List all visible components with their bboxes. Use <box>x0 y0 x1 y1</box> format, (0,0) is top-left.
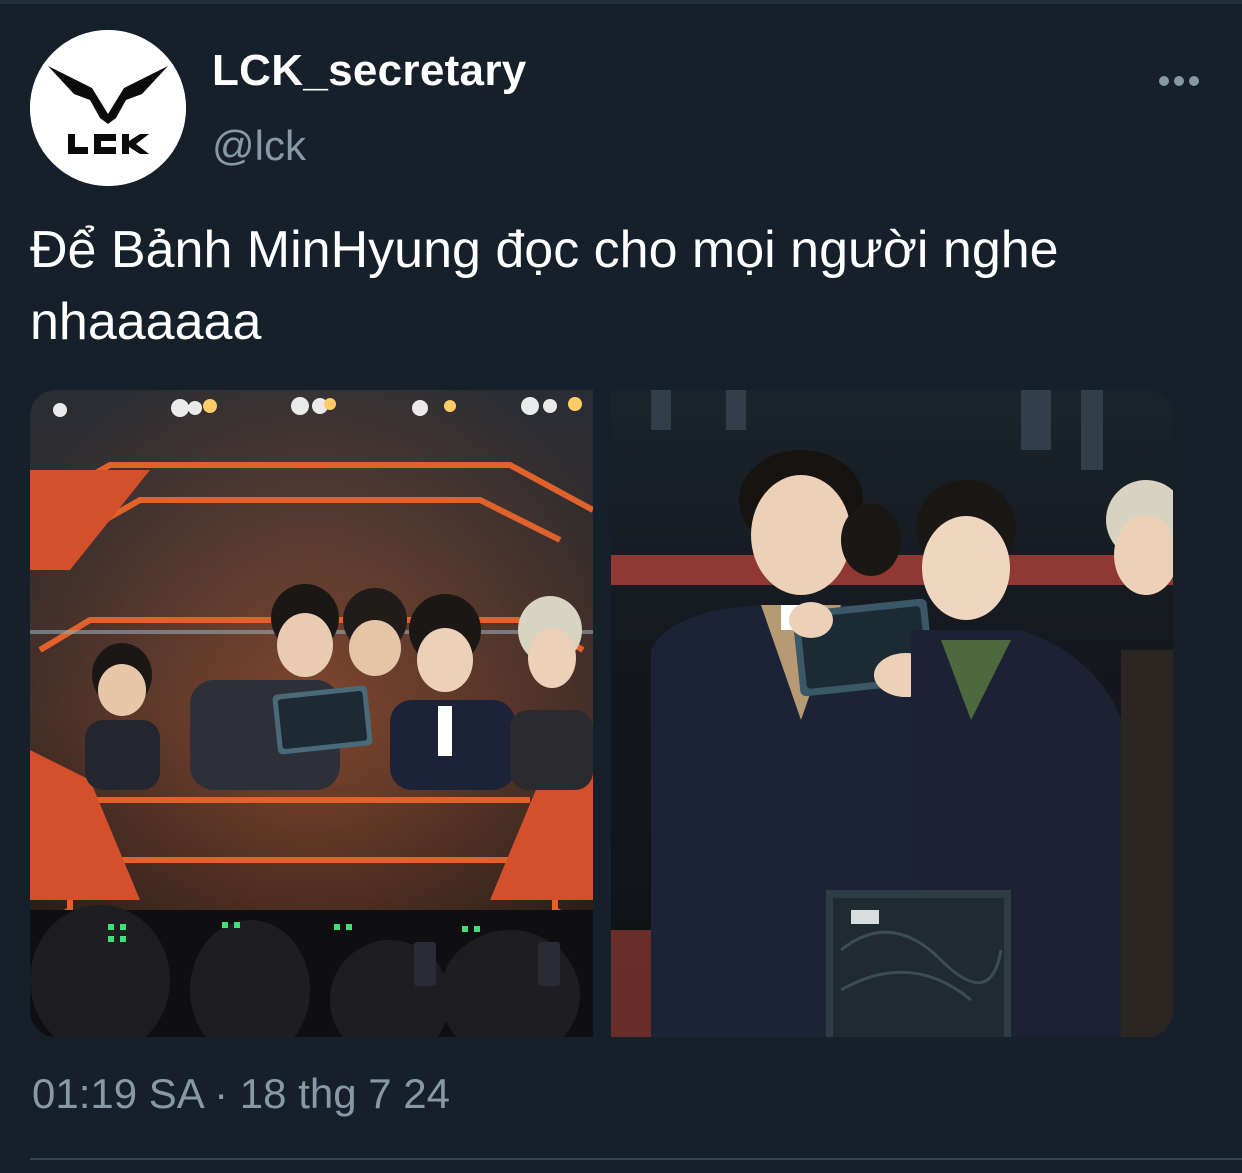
display-name[interactable]: LCK_secretary <box>212 46 527 96</box>
media-grid <box>30 390 1173 1037</box>
user-handle[interactable]: @lck <box>212 122 306 170</box>
tweet-text: Để Bảnh MinHyung đọc cho mọi người nghe … <box>30 221 1059 351</box>
more-horizontal-icon[interactable] <box>1156 66 1202 96</box>
tweet-detail: LCK_secretary @lck Để Bảnh MinHyung đọc … <box>0 0 1242 1173</box>
bottom-divider <box>30 1158 1242 1160</box>
lck-logo-icon <box>30 30 186 186</box>
avatar[interactable] <box>30 30 186 186</box>
tweet-timestamp[interactable]: 01:19 SA · 18 thg 7 24 <box>32 1070 450 1118</box>
stage-photo[interactable] <box>30 390 593 1037</box>
top-divider <box>0 0 1242 4</box>
closeup-photo[interactable] <box>611 390 1173 1037</box>
